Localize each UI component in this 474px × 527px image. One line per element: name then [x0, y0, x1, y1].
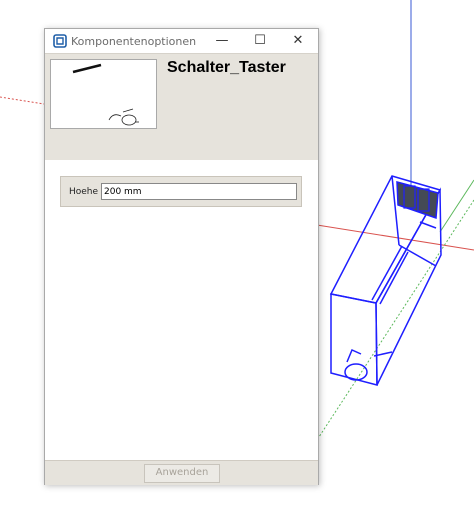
title-bar[interactable]: Komponentenoptionen — ☐ ✕	[45, 29, 318, 53]
red-axis-right	[316, 224, 474, 251]
sketchup-icon	[53, 34, 67, 48]
green-axis	[316, 199, 474, 441]
field-label: Hoehe	[69, 187, 99, 197]
component-name: Schalter_Taster	[167, 59, 286, 76]
window-title: Komponentenoptionen	[71, 35, 197, 48]
component-thumbnail	[50, 59, 157, 129]
component-options-dialog: Komponentenoptionen — ☐ ✕ Schalter_Taste…	[44, 28, 319, 485]
field-panel-hoehe: Hoehe	[60, 176, 302, 207]
maximize-icon: ☐	[254, 33, 266, 48]
options-content: Hoehe	[45, 160, 318, 460]
dialog-footer: Anwenden	[45, 460, 318, 485]
minimize-icon: —	[215, 33, 229, 48]
green-axis-up	[439, 179, 474, 233]
close-button[interactable]: ✕	[280, 29, 316, 53]
close-icon: ✕	[292, 33, 304, 48]
red-axis	[0, 96, 45, 105]
minimize-button[interactable]: —	[204, 29, 240, 53]
component-header: Schalter_Taster	[45, 53, 318, 161]
apply-button[interactable]: Anwenden	[144, 464, 220, 483]
maximize-button[interactable]: ☐	[242, 29, 278, 53]
hoehe-input[interactable]	[101, 183, 297, 200]
